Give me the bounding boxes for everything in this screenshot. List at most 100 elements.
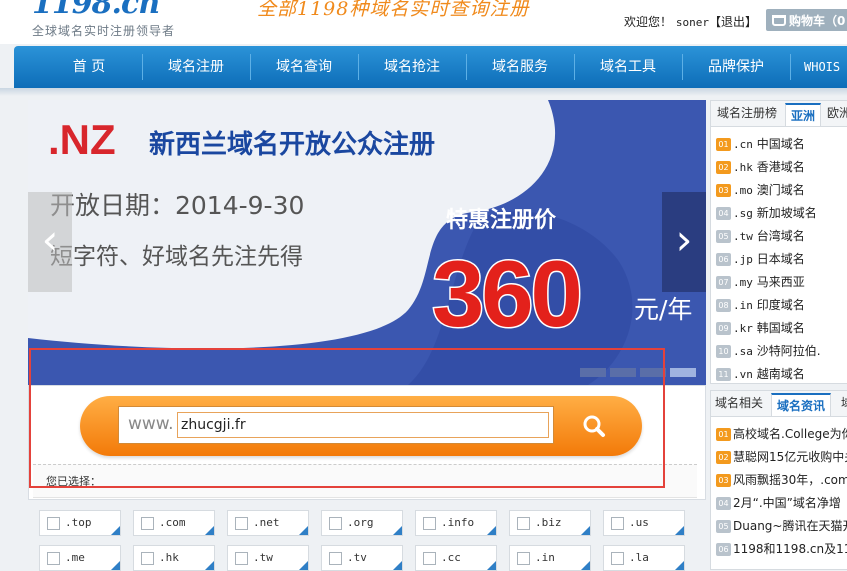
banner-open-date: 开放日期：2014-9-30 bbox=[50, 191, 305, 220]
tld-option[interactable]: .top bbox=[39, 510, 121, 536]
nav-item-whois[interactable]: WHOIS bbox=[804, 46, 847, 88]
tab-domain-news[interactable]: 域名资讯 bbox=[771, 393, 832, 416]
tld-option[interactable]: .tw bbox=[227, 545, 309, 571]
news-title: 慧聪网15亿元收购中关 bbox=[733, 450, 847, 464]
news-title: Duang~腾讯在天猫开设 bbox=[733, 519, 847, 533]
tld-checkbox[interactable] bbox=[423, 552, 436, 565]
nav-item-lookup[interactable]: 域名查询 bbox=[262, 46, 346, 88]
tld-option[interactable]: .us bbox=[603, 510, 685, 536]
domain-search-input[interactable] bbox=[177, 412, 549, 438]
tld-option[interactable]: .in bbox=[509, 545, 591, 571]
tld-checkbox[interactable] bbox=[329, 552, 342, 565]
banner-next-arrow[interactable]: › bbox=[662, 192, 706, 292]
nav-item-register[interactable]: 域名注册 bbox=[154, 46, 238, 88]
tab-ranking[interactable]: 域名注册榜 bbox=[717, 104, 777, 121]
news-number: 04 bbox=[716, 497, 731, 510]
site-logo[interactable]: 1198.cn bbox=[32, 0, 160, 21]
rank-number: 06 bbox=[716, 253, 731, 266]
corner-marker-icon bbox=[205, 561, 214, 570]
news-item[interactable]: 04 2月“.中国”域名净增 bbox=[716, 494, 847, 511]
ranking-item[interactable]: 11 .vn 越南域名 bbox=[716, 365, 847, 383]
cart-button[interactable]: 购物车（0 bbox=[766, 9, 847, 31]
ranking-item[interactable]: 01 .cn 中国域名 bbox=[716, 135, 847, 157]
nav-item-backorder[interactable]: 域名抢注 bbox=[370, 46, 454, 88]
ranking-item[interactable]: 06 .jp 日本域名 bbox=[716, 250, 847, 272]
nav-item-brand[interactable]: 品牌保护 bbox=[694, 46, 778, 88]
news-number: 03 bbox=[716, 474, 731, 487]
news-item[interactable]: 05Duang~腾讯在天猫开设 bbox=[716, 517, 847, 534]
news-number: 05 bbox=[716, 520, 731, 533]
tld-option[interactable]: .biz bbox=[509, 510, 591, 536]
banner-prev-arrow[interactable]: ‹ bbox=[28, 192, 72, 292]
tld-checkbox[interactable] bbox=[423, 517, 436, 530]
logout-link[interactable]: 【退出】 bbox=[709, 15, 757, 29]
news-title: 风雨飘摇30年，.com未 bbox=[733, 473, 847, 487]
news-number: 02 bbox=[716, 451, 731, 464]
search-prefix: www. bbox=[128, 414, 174, 434]
tld-checkbox[interactable] bbox=[329, 517, 342, 530]
news-item[interactable]: 061198和1198.cn及1198 bbox=[716, 540, 847, 557]
ranking-item[interactable]: 03 .mo 澳门域名 bbox=[716, 181, 847, 203]
tld-checkbox[interactable] bbox=[141, 517, 154, 530]
nav-divider bbox=[250, 54, 251, 80]
news-item[interactable]: 01 高校域名.College为你 bbox=[716, 425, 847, 442]
tld-option[interactable]: .com bbox=[133, 510, 215, 536]
nav-divider bbox=[682, 54, 683, 80]
ranking-item[interactable]: 08 .in 印度域名 bbox=[716, 296, 847, 318]
tld-option[interactable]: .la bbox=[603, 545, 685, 571]
search-button[interactable] bbox=[570, 408, 620, 446]
rank-tld: .sa bbox=[733, 345, 753, 358]
tld-option[interactable]: .cc bbox=[415, 545, 497, 571]
ranking-item[interactable]: 04 .sg 新加坡域名 bbox=[716, 204, 847, 226]
main-nav: 首 页 域名注册 域名查询 域名抢注 域名服务 域名工具 品牌保护 WHOIS bbox=[14, 46, 847, 88]
nav-item-services[interactable]: 域名服务 bbox=[478, 46, 562, 88]
tld-checkbox[interactable] bbox=[235, 552, 248, 565]
corner-marker-icon bbox=[299, 526, 308, 535]
banner-dot-active[interactable] bbox=[670, 368, 696, 377]
news-item[interactable]: 02 慧聪网15亿元收购中关 bbox=[716, 448, 847, 465]
nav-item-tools[interactable]: 域名工具 bbox=[586, 46, 670, 88]
welcome-text: 欢迎您！ bbox=[624, 15, 673, 29]
news-number: 06 bbox=[716, 543, 731, 556]
tld-label: .info bbox=[441, 516, 475, 529]
tld-checkbox[interactable] bbox=[47, 517, 60, 530]
news-item[interactable]: 03风雨飘摇30年，.com未 bbox=[716, 471, 847, 488]
banner-price-unit: 元/年 bbox=[634, 295, 693, 324]
promo-banner[interactable]: .NZ 新西兰域名开放公众注册 开放日期：2014-9-30 短字符、好域名先注… bbox=[28, 100, 706, 385]
tld-checkbox[interactable] bbox=[47, 552, 60, 565]
corner-marker-icon bbox=[393, 526, 402, 535]
corner-marker-icon bbox=[205, 526, 214, 535]
banner-dot[interactable] bbox=[580, 368, 606, 377]
ranking-item[interactable]: 09 .kr 韩国域名 bbox=[716, 319, 847, 341]
nav-item-home[interactable]: 首 页 bbox=[54, 46, 124, 88]
rank-tld: .vn bbox=[733, 368, 753, 381]
ranking-item[interactable]: 07 .my 马来西亚 bbox=[716, 273, 847, 295]
tab-asia[interactable]: 亚洲 bbox=[785, 103, 822, 126]
tld-option[interactable]: .org bbox=[321, 510, 403, 536]
tld-checkbox[interactable] bbox=[235, 517, 248, 530]
tld-checkbox[interactable] bbox=[517, 517, 530, 530]
rank-name: 新加坡域名 bbox=[756, 206, 817, 220]
tld-checkbox[interactable] bbox=[611, 552, 624, 565]
tld-label: .la bbox=[629, 551, 649, 564]
tld-checkbox[interactable] bbox=[141, 552, 154, 565]
ranking-item[interactable]: 02 .hk 香港域名 bbox=[716, 158, 847, 180]
tld-option[interactable]: .me bbox=[39, 545, 121, 571]
tld-checkbox[interactable] bbox=[517, 552, 530, 565]
tld-option[interactable]: .info bbox=[415, 510, 497, 536]
ranking-item[interactable]: 05 .tw 台湾域名 bbox=[716, 227, 847, 249]
corner-marker-icon bbox=[581, 561, 590, 570]
username: soner bbox=[675, 16, 709, 29]
tld-option[interactable]: .net bbox=[227, 510, 309, 536]
banner-dot[interactable] bbox=[640, 368, 666, 377]
tld-label: .net bbox=[253, 516, 280, 529]
banner-title: 新西兰域名开放公众注册 bbox=[149, 130, 436, 160]
tab-domain-related[interactable]: 域名相关 bbox=[715, 394, 763, 411]
banner-dot[interactable] bbox=[610, 368, 636, 377]
tld-checkbox[interactable] bbox=[611, 517, 624, 530]
tld-option[interactable]: .hk bbox=[133, 545, 215, 571]
tld-option[interactable]: .tv bbox=[321, 545, 403, 571]
tab-more[interactable]: 域 bbox=[841, 394, 847, 411]
ranking-item[interactable]: 10 .sa 沙特阿拉伯. bbox=[716, 342, 847, 364]
tab-europe[interactable]: 欧洲 bbox=[827, 104, 847, 121]
